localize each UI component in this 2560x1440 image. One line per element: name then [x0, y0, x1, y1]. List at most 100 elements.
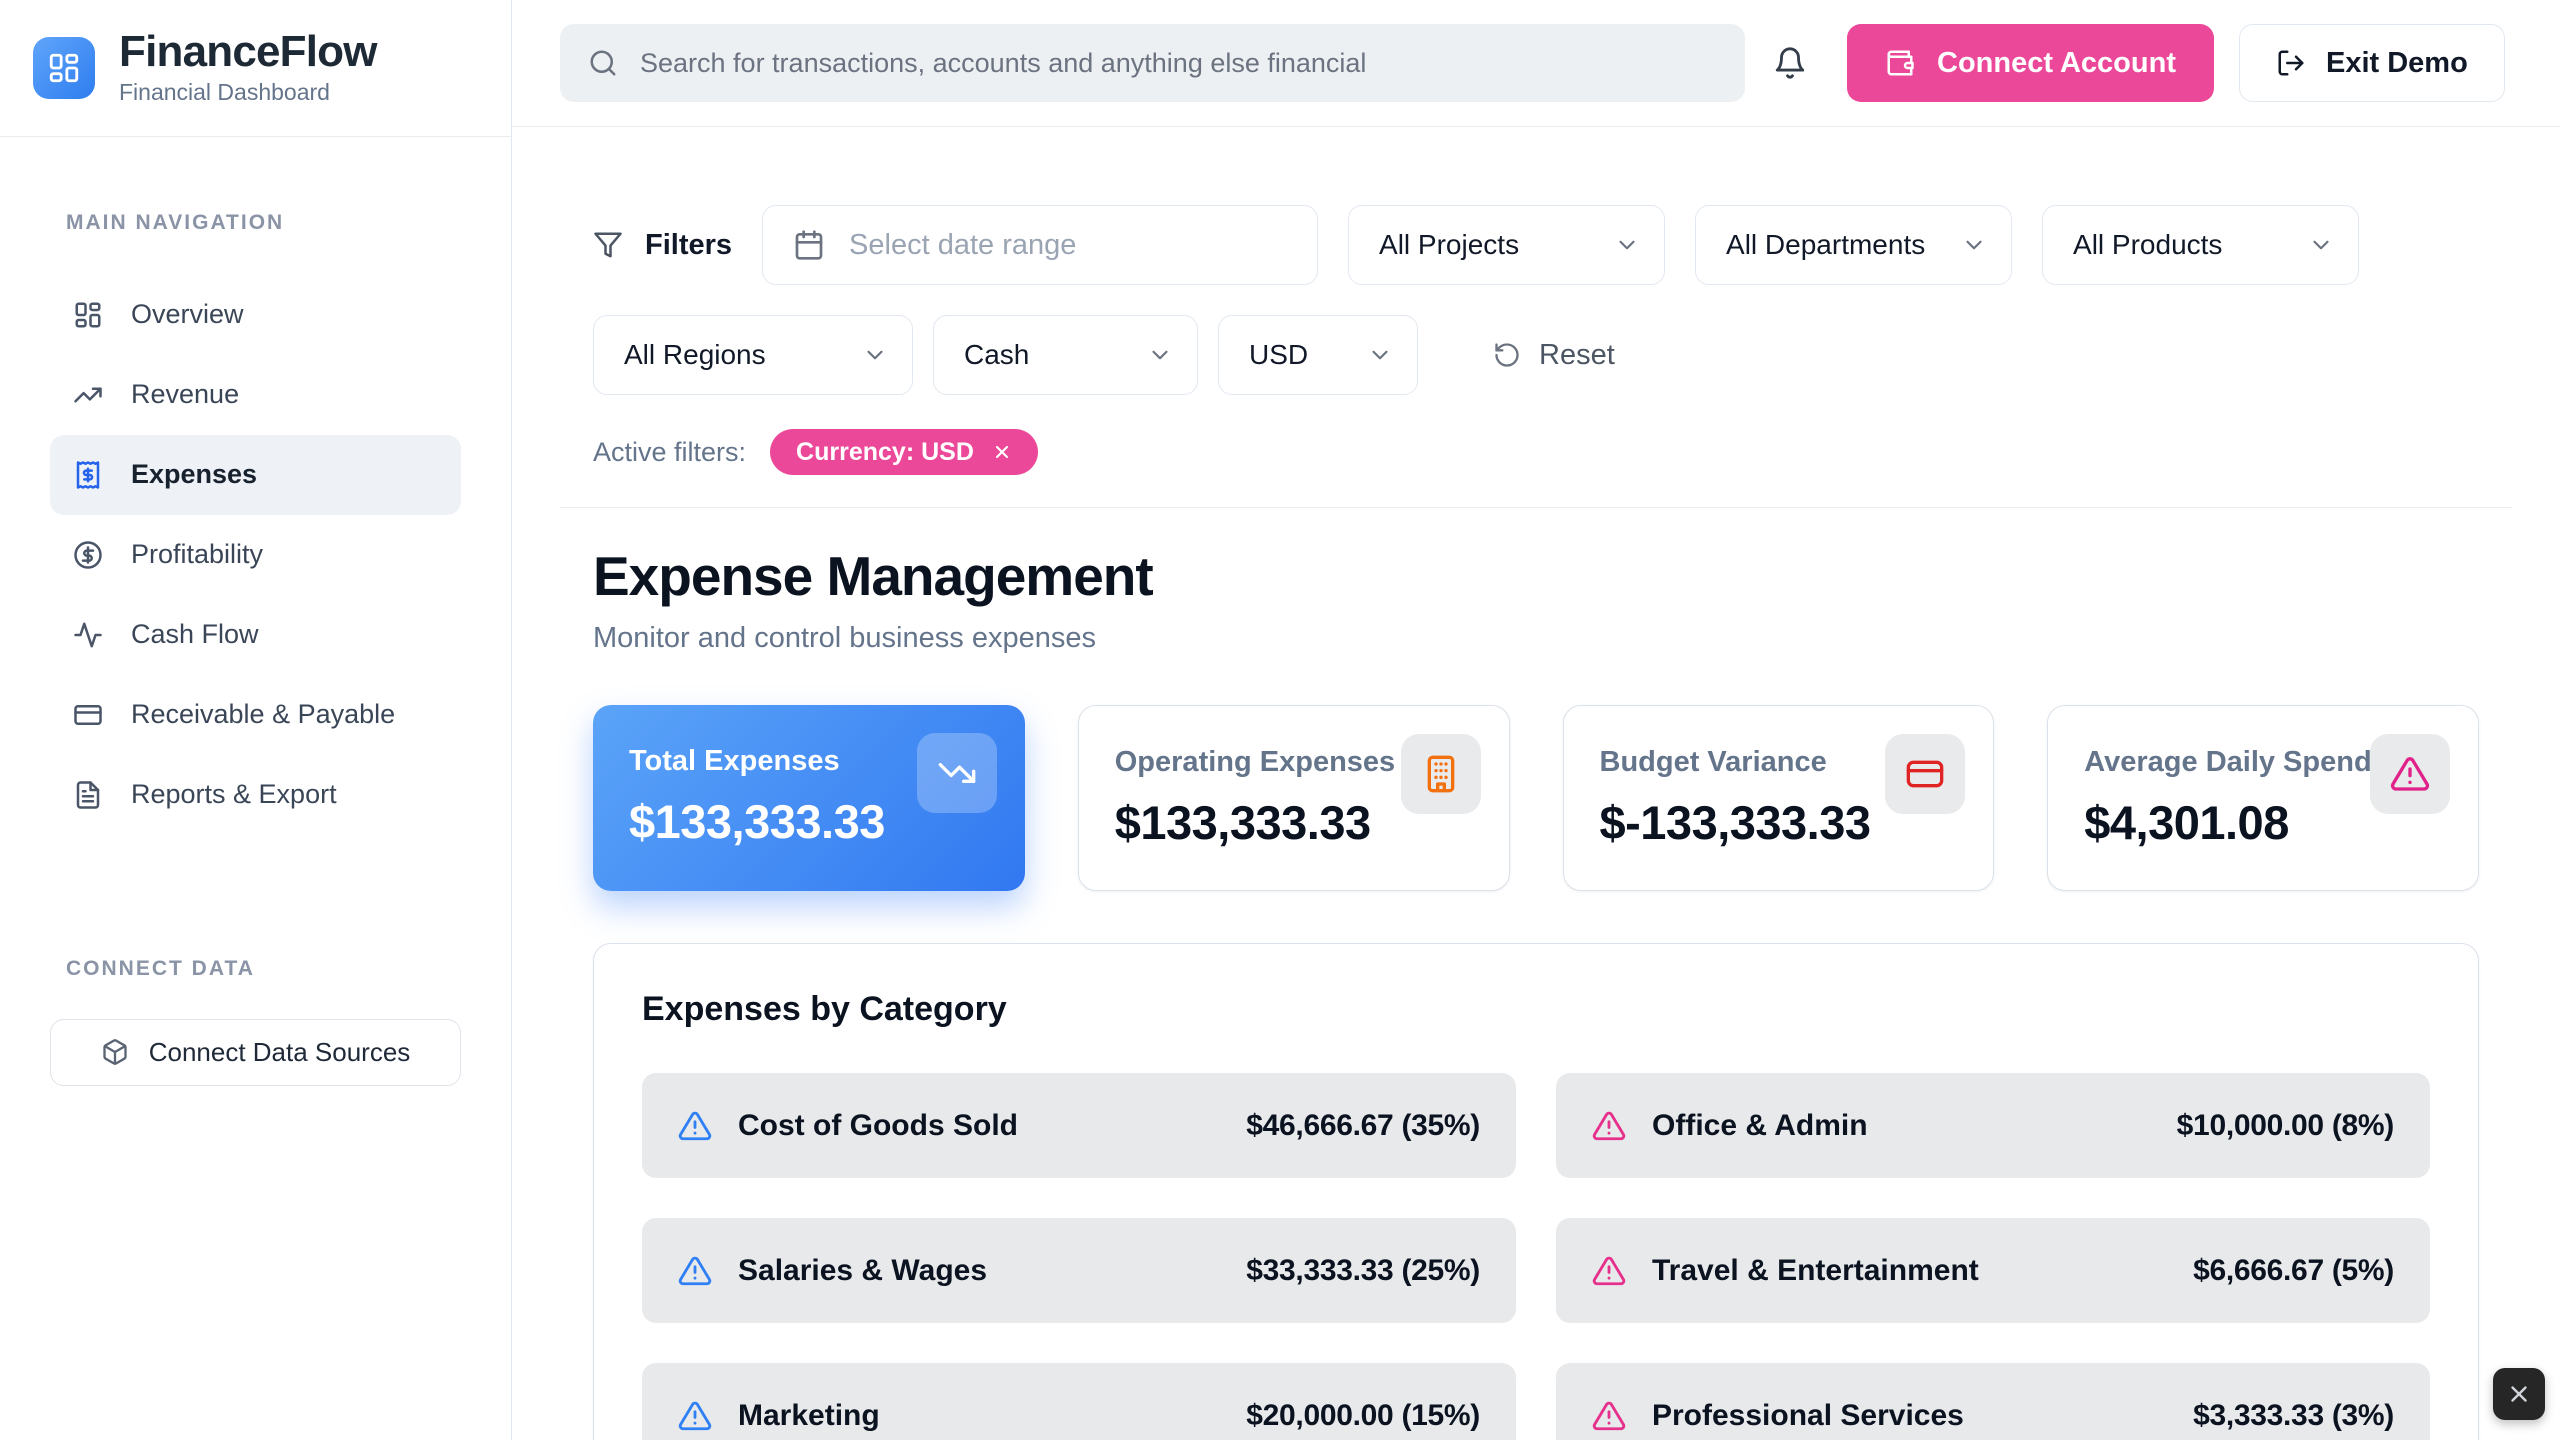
connect-data-section-label: CONNECT DATA — [66, 957, 461, 981]
close-button[interactable] — [2493, 1368, 2545, 1420]
main-area: Connect Account Exit Demo Filters — [512, 0, 2560, 1440]
top-bar: Connect Account Exit Demo — [512, 0, 2560, 127]
dashboard-icon — [73, 300, 103, 330]
connect-data-sources-label: Connect Data Sources — [149, 1037, 411, 1068]
date-range-input[interactable] — [849, 229, 1287, 262]
category-value: $46,666.67 (35%) — [1246, 1109, 1480, 1143]
package-icon — [101, 1038, 129, 1066]
sidebar-item-cash-flow[interactable]: Cash Flow — [50, 595, 461, 675]
filter-funnel-icon — [593, 230, 623, 260]
category-row-salaries-wages[interactable]: Salaries & Wages $33,333.33 (25%) — [642, 1218, 1516, 1323]
chevron-down-icon — [862, 342, 888, 368]
sidebar-item-label: Revenue — [131, 379, 239, 410]
search-input[interactable] — [640, 48, 1717, 79]
filters-label: Filters — [645, 229, 732, 262]
regions-select[interactable]: All Regions — [593, 315, 913, 395]
active-filters-row: Active filters: Currency: USD — [593, 429, 2479, 475]
category-row-marketing[interactable]: Marketing $20,000.00 (15%) — [642, 1363, 1516, 1440]
stats-grid: Total Expenses $133,333.33 Operating Exp… — [593, 705, 2479, 891]
chevron-down-icon — [2308, 232, 2334, 258]
filters-title: Filters — [593, 229, 732, 262]
category-value: $10,000.00 (8%) — [2177, 1109, 2394, 1143]
reset-filters-button[interactable]: Reset — [1493, 339, 1615, 372]
currency-select-value: USD — [1249, 339, 1308, 371]
payment-method-select[interactable]: Cash — [933, 315, 1198, 395]
departments-select[interactable]: All Departments — [1695, 205, 2012, 285]
sidebar-item-label: Expenses — [131, 459, 257, 490]
category-row-cost-of-goods-sold[interactable]: Cost of Goods Sold $46,666.67 (35%) — [642, 1073, 1516, 1178]
connect-data-sources-button[interactable]: Connect Data Sources — [50, 1019, 461, 1086]
stat-icon-box — [1885, 734, 1965, 814]
chevron-down-icon — [1614, 232, 1640, 258]
category-name: Cost of Goods Sold — [738, 1109, 1246, 1143]
stat-card-total-expenses[interactable]: Total Expenses $133,333.33 — [593, 705, 1025, 891]
category-name: Salaries & Wages — [738, 1254, 1246, 1288]
category-row-travel-entertainment[interactable]: Travel & Entertainment $6,666.67 (5%) — [1556, 1218, 2430, 1323]
active-filter-chip[interactable]: Currency: USD — [770, 429, 1038, 475]
connect-account-label: Connect Account — [1937, 47, 2176, 80]
date-range-field[interactable] — [762, 205, 1318, 285]
receipt-icon — [73, 460, 103, 490]
projects-select-value: All Projects — [1379, 229, 1519, 261]
sidebar-item-label: Reports & Export — [131, 779, 337, 810]
chip-remove-icon[interactable] — [992, 442, 1012, 462]
sidebar-item-expenses[interactable]: Expenses — [50, 435, 461, 515]
stat-icon-box — [2370, 734, 2450, 814]
app-logo-icon — [33, 37, 95, 99]
expenses-by-category-title: Expenses by Category — [642, 990, 2430, 1029]
sidebar-item-profitability[interactable]: Profitability — [50, 515, 461, 595]
nav-section-label: MAIN NAVIGATION — [66, 211, 461, 235]
category-row-professional-services[interactable]: Professional Services $3,333.33 (3%) — [1556, 1363, 2430, 1440]
logout-icon — [2276, 48, 2306, 78]
credit-card-icon — [73, 700, 103, 730]
calendar-icon — [793, 229, 825, 261]
products-select[interactable]: All Products — [2042, 205, 2359, 285]
category-row-office-admin[interactable]: Office & Admin $10,000.00 (8%) — [1556, 1073, 2430, 1178]
page-content: Filters All Projects All Departments — [512, 127, 2560, 1440]
stat-card-operating-expenses[interactable]: Operating Expenses $133,333.33 — [1078, 705, 1510, 891]
filters-block: Filters All Projects All Departments — [593, 205, 2479, 475]
departments-select-value: All Departments — [1726, 229, 1925, 261]
category-name: Marketing — [738, 1399, 1246, 1433]
category-name: Travel & Entertainment — [1652, 1254, 2193, 1288]
alert-triangle-icon — [1592, 1109, 1626, 1143]
exit-demo-button[interactable]: Exit Demo — [2239, 24, 2505, 102]
stat-card-average-daily-spend[interactable]: Average Daily Spend $4,301.08 — [2047, 705, 2479, 891]
sidebar-item-overview[interactable]: Overview — [50, 275, 461, 355]
category-value: $33,333.33 (25%) — [1246, 1254, 1480, 1288]
filters-row-2: All Regions Cash USD Reset — [593, 315, 2479, 395]
active-filter-chip-label: Currency: USD — [796, 438, 974, 467]
connect-account-button[interactable]: Connect Account — [1847, 24, 2214, 102]
alert-triangle-icon — [2390, 754, 2430, 794]
projects-select[interactable]: All Projects — [1348, 205, 1665, 285]
brand-name: FinanceFlow — [119, 30, 377, 75]
alert-triangle-icon — [1592, 1254, 1626, 1288]
regions-select-value: All Regions — [624, 339, 766, 371]
page-subtitle: Monitor and control business expenses — [593, 622, 2479, 655]
sidebar-item-revenue[interactable]: Revenue — [50, 355, 461, 435]
close-icon — [2506, 1381, 2532, 1407]
rotate-ccw-icon — [1493, 341, 1521, 369]
alert-triangle-icon — [1592, 1399, 1626, 1433]
circle-dollar-icon — [73, 540, 103, 570]
alert-triangle-icon — [678, 1399, 712, 1433]
category-grid: Cost of Goods Sold $46,666.67 (35%) Offi… — [642, 1073, 2430, 1440]
products-select-value: All Products — [2073, 229, 2222, 261]
currency-select[interactable]: USD — [1218, 315, 1418, 395]
brand-text: FinanceFlow Financial Dashboard — [119, 30, 377, 106]
sidebar-item-receivable-payable[interactable]: Receivable & Payable — [50, 675, 461, 755]
credit-card-icon — [1905, 754, 1945, 794]
reset-label: Reset — [1539, 339, 1615, 372]
sidebar-item-reports-export[interactable]: Reports & Export — [50, 755, 461, 835]
payment-method-select-value: Cash — [964, 339, 1029, 371]
page-header: Expense Management Monitor and control b… — [593, 544, 2479, 655]
bell-icon — [1773, 46, 1807, 80]
notifications-button[interactable] — [1773, 46, 1807, 80]
stat-card-budget-variance[interactable]: Budget Variance $-133,333.33 — [1563, 705, 1995, 891]
expenses-by-category-card: Expenses by Category Cost of Goods Sold … — [593, 943, 2479, 1440]
search-box[interactable] — [560, 24, 1745, 102]
filters-row-1: Filters All Projects All Departments — [593, 205, 2479, 285]
stat-icon-box — [1401, 734, 1481, 814]
alert-triangle-icon — [678, 1254, 712, 1288]
building-icon — [1421, 754, 1461, 794]
